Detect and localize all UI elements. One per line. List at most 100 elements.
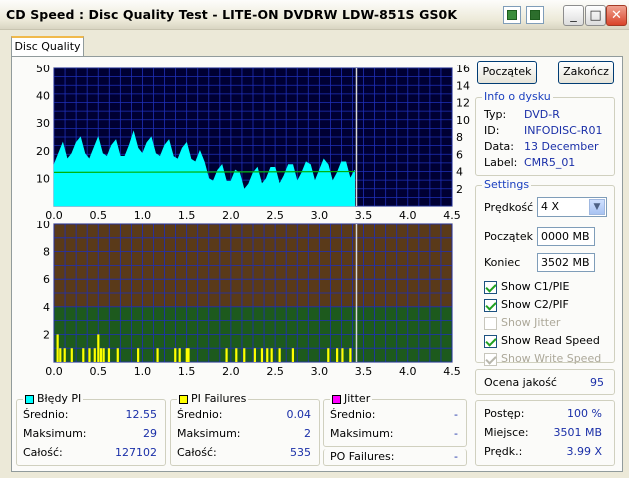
quality-value: 95 — [590, 376, 604, 389]
pif-total-label: Całość: — [177, 446, 217, 459]
pif-bar — [278, 348, 281, 362]
x-tick-label: 4.5 — [443, 365, 461, 378]
chevron-down-icon[interactable]: ▼ — [589, 199, 605, 215]
pi-avg-value: 12.55 — [125, 408, 158, 421]
show-c1-pie-checkbox[interactable] — [484, 281, 497, 294]
y-tick-label: 20 — [36, 145, 50, 158]
pi-failures-chart: 2 4 6 8 10 0.0 0.5 1.0 1.5 2.0 2.5 3.0 3.5 4.0 4.5 — [36, 221, 461, 378]
pif-bar — [63, 348, 66, 362]
speed-now-value: 3.99 X — [566, 445, 602, 458]
show-write-speed-checkbox — [484, 353, 497, 366]
end-pos-input[interactable]: 3502 MB — [537, 253, 595, 272]
pif-bar — [107, 348, 111, 362]
pif-bar — [116, 348, 119, 362]
position-value: 3501 MB — [553, 426, 602, 439]
x-tick-label: 3.0 — [311, 365, 329, 378]
title-bar: CD Speed : Disc Quality Test - LITE-ON D… — [0, 0, 629, 30]
settings-title: Settings — [482, 178, 532, 191]
quality-label: Ocena jakość — [484, 376, 557, 389]
y-tick-label: 6 — [43, 273, 50, 286]
x-tick-label: 0.0 — [45, 365, 63, 378]
y2-tick-label: 8 — [456, 131, 463, 144]
speed-label: Prędkość — [484, 201, 534, 214]
start-pos-input[interactable]: 0000 MB — [537, 227, 595, 246]
pi-errors-group: Błędy PI Średnio: 12.55 Maksimum: 29 Cał… — [16, 392, 166, 466]
close-button[interactable]: ✕ — [606, 5, 627, 26]
jitter-avg-value: - — [454, 408, 458, 421]
pif-bar — [341, 348, 344, 362]
show-read-speed-label: Show Read Speed — [501, 334, 600, 347]
pi-avg-label: Średnio: — [23, 408, 69, 421]
settings-group: Settings Prędkość 4 X ▼ Początek 0000 MB… — [475, 178, 615, 366]
y2-tick-label: 10 — [456, 114, 470, 127]
pif-legend-swatch — [179, 395, 188, 404]
pif-bar — [174, 348, 177, 362]
y-tick-label: 10 — [36, 221, 50, 231]
pif-total-value: 535 — [290, 446, 311, 459]
pif-bar — [70, 348, 73, 362]
pif-bar — [349, 348, 352, 362]
x-tick-label: 3.5 — [355, 365, 373, 378]
pif-bar — [270, 348, 273, 362]
pif-bar — [102, 348, 105, 362]
show-write-speed-label: Show Write Speed — [501, 352, 602, 365]
info-id-value: INFODISC-R01 — [524, 124, 603, 137]
end-button[interactable]: Zakończ — [558, 61, 614, 84]
start-button[interactable]: Początek — [477, 61, 537, 84]
position-label: Miejsce: — [484, 426, 529, 439]
y2-tick-label: 14 — [456, 79, 470, 92]
pi-failures-group: PI Failures Średnio: 0.04 Maksimum: 2 Ca… — [170, 392, 320, 466]
x-tick-label: 1.5 — [178, 365, 196, 378]
pif-bar — [225, 348, 228, 362]
po-failures-box: PO Failures: - — [323, 449, 467, 466]
pif-bar — [291, 348, 294, 362]
info-label-label: Label: — [484, 156, 518, 169]
start-pos-label: Początek — [484, 230, 533, 243]
pif-bar — [99, 348, 103, 362]
info-type-value: DVD-R — [524, 108, 560, 121]
pif-bar — [243, 348, 246, 362]
pi-total-value: 127102 — [115, 446, 157, 459]
speed-select[interactable]: 4 X ▼ — [537, 197, 607, 217]
info-id-label: ID: — [484, 124, 500, 137]
po-failures-label: PO Failures: — [330, 450, 395, 463]
pif-bar — [59, 348, 62, 362]
y2-tick-label: 16 — [456, 65, 470, 75]
y-tick-label: 50 — [36, 65, 50, 75]
show-read-speed-checkbox[interactable] — [484, 335, 497, 348]
y-tick-label: 30 — [36, 117, 50, 130]
show-jitter-checkbox — [484, 317, 497, 330]
minimize-button[interactable]: _ — [563, 5, 584, 26]
info-date-value: 13 December — [524, 140, 599, 153]
y-tick-label: 8 — [43, 246, 50, 259]
pif-bar — [82, 348, 85, 362]
disc-info-group: Info o dysku Typ: DVD-R ID: INFODISC-R01… — [475, 90, 615, 176]
jitter-group: Jitter Średnio: - Maksimum: - — [323, 392, 467, 447]
y2-tick-label: 6 — [456, 148, 463, 161]
show-c2-pif-label: Show C2/PIF — [501, 298, 569, 311]
pi-legend-swatch — [25, 395, 34, 404]
x-tick-label: 4.0 — [399, 365, 417, 378]
y-tick-label: 4 — [43, 301, 50, 314]
show-c1-pie-label: Show C1/PIE — [501, 280, 570, 293]
maximize-button[interactable]: □ — [585, 5, 606, 26]
copy-icon[interactable] — [503, 6, 521, 24]
show-c2-pif-checkbox[interactable] — [484, 299, 497, 312]
save-icon[interactable] — [526, 6, 544, 24]
pif-bar — [327, 348, 330, 362]
pi-errors-chart: 24681012141610203040500.0 0.5 1.0 1.5 2.0 2.5… — [36, 65, 470, 222]
x-tick-label: 2.0 — [222, 365, 240, 378]
x-tick-label: 1.0 — [134, 365, 152, 378]
info-type-label: Typ: — [484, 108, 507, 121]
pif-bar — [178, 348, 181, 362]
pif-bar — [187, 348, 190, 362]
pif-bar — [88, 348, 91, 362]
main-window: CD Speed : Disc Quality Test - LITE-ON D… — [0, 0, 629, 478]
disc-info-title: Info o dysku — [482, 90, 553, 103]
pif-bar — [235, 348, 238, 362]
jitter-legend-swatch — [332, 395, 341, 404]
y-tick-label: 40 — [36, 90, 50, 103]
tab-disc-quality[interactable]: Disc Quality — [11, 36, 84, 57]
y2-tick-label: 12 — [456, 97, 470, 110]
speed-now-label: Prędk.: — [484, 445, 523, 458]
